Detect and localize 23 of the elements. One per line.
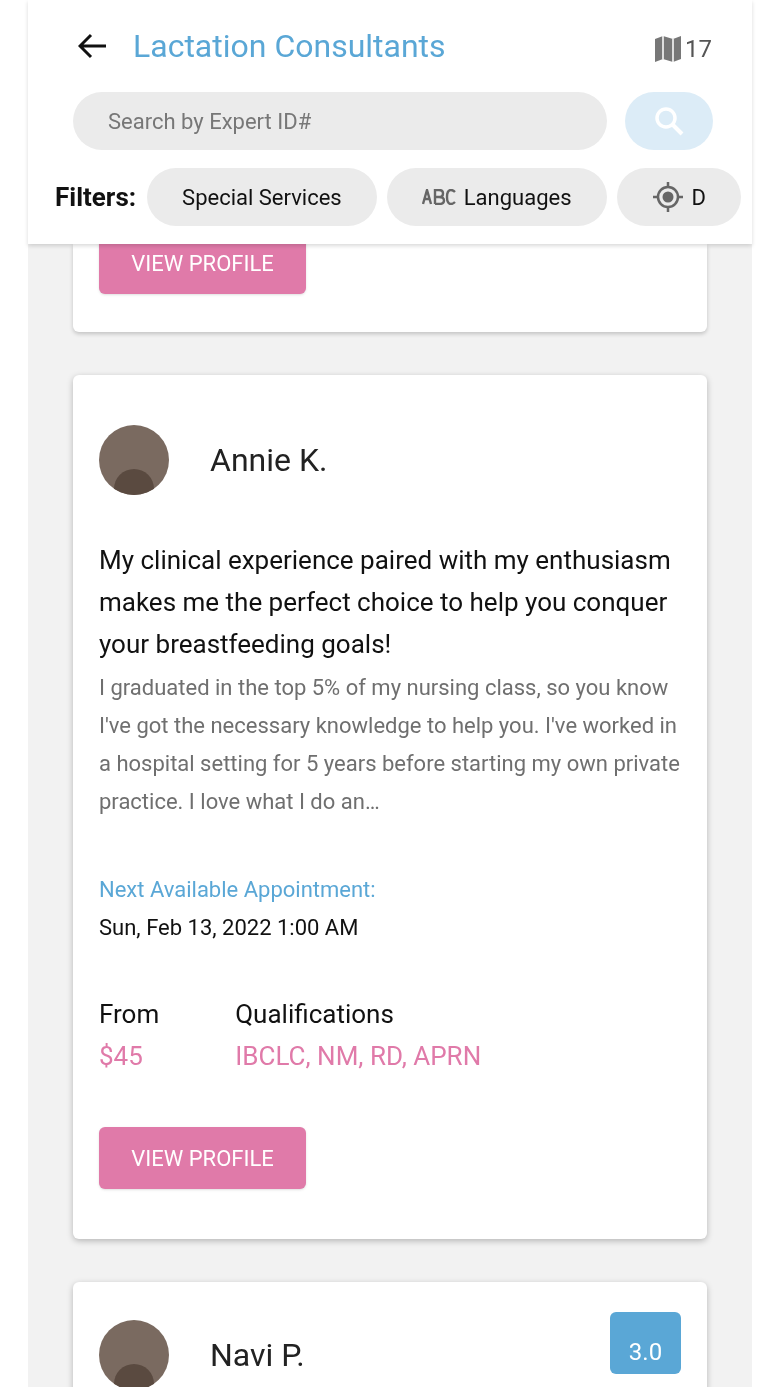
expert-name: Navi P.: [210, 1335, 305, 1376]
price-label: From: [99, 998, 160, 1031]
page-title: Lactation Consultants: [133, 26, 446, 67]
appointment-date: Sun, Feb 13, 2022 1:00 AM: [99, 914, 360, 942]
filters-label: Filters:: [55, 180, 137, 214]
expert-bio: I graduated in the top 5% of my nursing class, so you know I've got the necessary knowledge to help you. I've worked in a hospital setting for 5 years before starting my own private practice. I love what I do an…: [99, 674, 681, 816]
search-field[interactable]: Search by Expert ID#: [73, 92, 607, 150]
map-icon[interactable]: [653, 35, 683, 63]
abc-icon: [421, 189, 456, 205]
filter-chip[interactable]: Special Services: [147, 168, 377, 226]
qualifications-label: Qualifications: [235, 998, 395, 1031]
search-icon: [653, 105, 685, 137]
crosshair-icon: [651, 181, 684, 213]
rating-badge: 3.0: [610, 1312, 681, 1374]
back-arrow-icon[interactable]: [78, 33, 108, 59]
appointment-label: Next Available Appointment:: [99, 876, 377, 904]
map-count: 17: [685, 34, 712, 65]
qualifications: IBCLC, NM, RD, APRN: [235, 1040, 482, 1073]
filter-chip[interactable]: D: [616, 168, 741, 226]
expert-headline: My clinical experience paired with my enthusiasm makes me the perfect choice to help you conquer your breastfeeding goals!: [99, 544, 672, 661]
price: $45: [99, 1040, 144, 1073]
filter-chip[interactable]: Languages: [386, 168, 607, 226]
expert-name: Annie K.: [210, 440, 328, 481]
